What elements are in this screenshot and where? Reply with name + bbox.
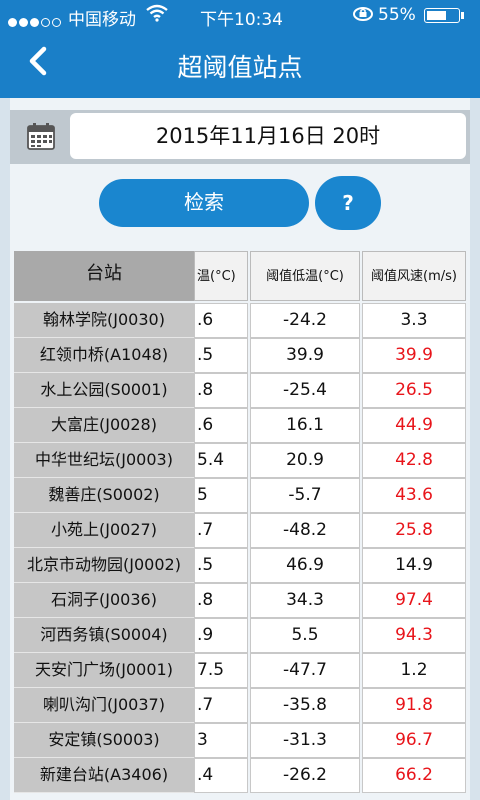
station-cell: 大富庄(J0028) <box>14 408 194 443</box>
high-temp-cell: .8 <box>194 373 248 408</box>
high-temp-cell: .6 <box>194 303 248 338</box>
table-row[interactable]: .7 -35.8 91.8 喇叭沟门(J0037) <box>14 688 466 723</box>
wind-cell: 66.2 <box>362 758 466 793</box>
high-temp-cell: 5.4 <box>194 443 248 478</box>
high-temp-cell: .7 <box>194 513 248 548</box>
wind-cell: 14.9 <box>362 548 466 583</box>
wind-cell: 43.6 <box>362 478 466 513</box>
date-bar: 2015年11月16日 20时 <box>10 110 470 164</box>
station-cell: 安定镇(S0003) <box>14 723 194 758</box>
table-row[interactable]: 3 -31.3 96.7 安定镇(S0003) <box>14 723 466 758</box>
wind-cell: 39.9 <box>362 338 466 373</box>
station-cell: 河西务镇(S0004) <box>14 618 194 653</box>
wind-cell: 94.3 <box>362 618 466 653</box>
search-button[interactable]: 检索 <box>99 179 309 227</box>
low-temp-cell: 39.9 <box>250 338 360 373</box>
table-row[interactable]: .9 5.5 94.3 河西务镇(S0004) <box>14 618 466 653</box>
table-row[interactable]: 7.5 -47.7 1.2 天安门广场(J0001) <box>14 653 466 688</box>
battery-tip <box>461 12 464 19</box>
table-row[interactable]: .8 -25.4 26.5 水上公园(S0001) <box>14 373 466 408</box>
high-temp-cell: .5 <box>194 338 248 373</box>
wind-cell: 25.8 <box>362 513 466 548</box>
station-cell: 天安门广场(J0001) <box>14 653 194 688</box>
low-temp-cell: -31.3 <box>250 723 360 758</box>
station-cell: 中华世纪坛(J0003) <box>14 443 194 478</box>
header-high-temp: 温(°C) <box>194 251 248 301</box>
low-temp-cell: -47.7 <box>250 653 360 688</box>
table-row[interactable]: 5 -5.7 43.6 魏善庄(S0002) <box>14 478 466 513</box>
calendar-icon[interactable] <box>26 121 56 151</box>
station-cell: 水上公园(S0001) <box>14 373 194 408</box>
header-station: 台站 <box>14 251 194 301</box>
station-cell: 新建台站(A3406) <box>14 758 194 793</box>
table-row[interactable]: 5.4 20.9 42.8 中华世纪坛(J0003) <box>14 443 466 478</box>
nav-bar: 超阈值站点 <box>0 32 480 98</box>
wind-cell: 97.4 <box>362 583 466 618</box>
date-field[interactable]: 2015年11月16日 20时 <box>70 113 466 159</box>
station-cell: 喇叭沟门(J0037) <box>14 688 194 723</box>
table-row[interactable]: .5 46.9 14.9 北京市动物园(J0002) <box>14 548 466 583</box>
header-low-temp: 阈值低温(°C) <box>250 251 360 301</box>
low-temp-cell: 16.1 <box>250 408 360 443</box>
wifi-icon <box>146 4 168 27</box>
high-temp-cell: .6 <box>194 408 248 443</box>
battery-percent: 55% <box>378 5 416 25</box>
high-temp-cell: .7 <box>194 688 248 723</box>
page-title: 超阈值站点 <box>177 53 303 82</box>
low-temp-cell: -48.2 <box>250 513 360 548</box>
clock: 下午10:34 <box>200 10 283 30</box>
signal-strength-icon <box>8 12 63 32</box>
wind-cell: 26.5 <box>362 373 466 408</box>
station-cell: 石洞子(J0036) <box>14 583 194 618</box>
table-row[interactable]: .6 16.1 44.9 大富庄(J0028) <box>14 408 466 443</box>
station-cell: 小苑上(J0027) <box>14 513 194 548</box>
station-cell: 翰林学院(J0030) <box>14 303 194 338</box>
low-temp-cell: -25.4 <box>250 373 360 408</box>
station-cell: 红领巾桥(A1048) <box>14 338 194 373</box>
high-temp-cell: .4 <box>194 758 248 793</box>
low-temp-cell: -24.2 <box>250 303 360 338</box>
table-row[interactable]: .8 34.3 97.4 石洞子(J0036) <box>14 583 466 618</box>
high-temp-cell: .5 <box>194 548 248 583</box>
carrier-name: 中国移动 <box>68 10 136 30</box>
wind-cell: 91.8 <box>362 688 466 723</box>
station-cell: 北京市动物园(J0002) <box>14 548 194 583</box>
header-wind: 阈值风速(m/s) <box>362 251 466 301</box>
rotation-lock-icon <box>352 5 374 27</box>
wind-cell: 42.8 <box>362 443 466 478</box>
high-temp-cell: 3 <box>194 723 248 758</box>
table-row[interactable]: .5 39.9 39.9 红领巾桥(A1048) <box>14 338 466 373</box>
station-cell: 魏善庄(S0002) <box>14 478 194 513</box>
main-content: 2015年11月16日 20时 检索 ? 温(°C) 阈值低温(°C) 阈值风速… <box>10 98 470 800</box>
low-temp-cell: 46.9 <box>250 548 360 583</box>
high-temp-cell: 5 <box>194 478 248 513</box>
table-row[interactable]: .4 -26.2 66.2 新建台站(A3406) <box>14 758 466 793</box>
low-temp-cell: -5.7 <box>250 478 360 513</box>
low-temp-cell: 5.5 <box>250 618 360 653</box>
table-row[interactable]: .7 -48.2 25.8 小苑上(J0027) <box>14 513 466 548</box>
wind-cell: 3.3 <box>362 303 466 338</box>
status-bar: 中国移动 下午10:34 55% <box>0 0 480 32</box>
high-temp-cell: .8 <box>194 583 248 618</box>
low-temp-cell: 34.3 <box>250 583 360 618</box>
low-temp-cell: -26.2 <box>250 758 360 793</box>
high-temp-cell: 7.5 <box>194 653 248 688</box>
help-button[interactable]: ? <box>315 176 381 230</box>
wind-cell: 1.2 <box>362 653 466 688</box>
high-temp-cell: .9 <box>194 618 248 653</box>
low-temp-cell: -35.8 <box>250 688 360 723</box>
wind-cell: 44.9 <box>362 408 466 443</box>
battery-icon <box>424 8 460 23</box>
wind-cell: 96.7 <box>362 723 466 758</box>
table-row[interactable]: .6 -24.2 3.3 翰林学院(J0030) <box>14 303 466 338</box>
low-temp-cell: 20.9 <box>250 443 360 478</box>
